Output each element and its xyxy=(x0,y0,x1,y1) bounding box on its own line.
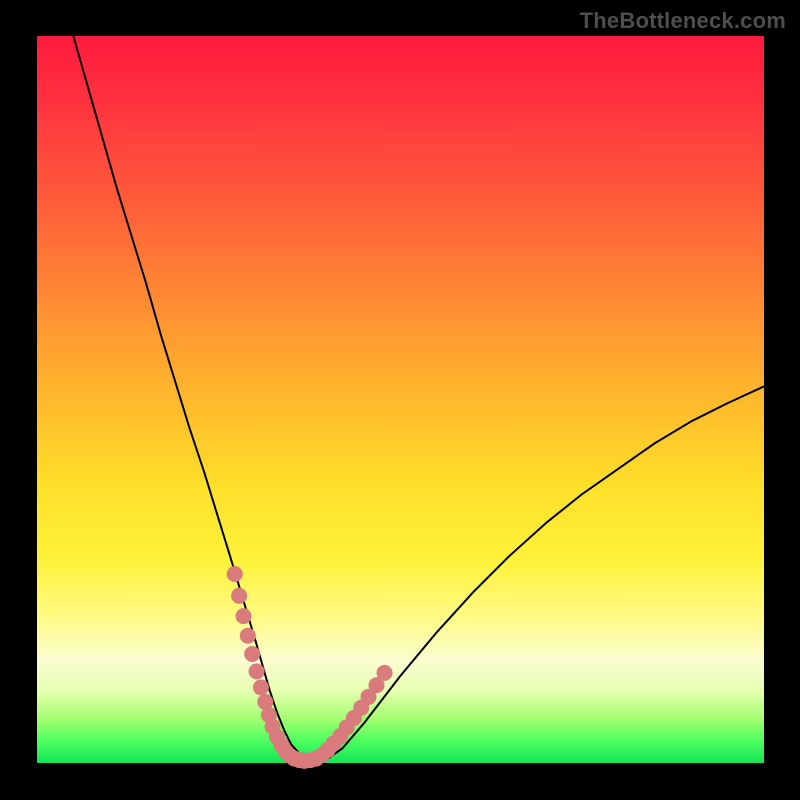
marker-dot xyxy=(240,628,256,644)
chart-container: TheBottleneck.com xyxy=(0,0,800,800)
bottleneck-curve xyxy=(73,36,764,762)
curve-layer xyxy=(37,36,764,763)
marker-dot xyxy=(253,679,269,695)
marker-dot xyxy=(377,665,393,681)
marker-dot xyxy=(231,588,247,604)
plot-area xyxy=(37,36,764,763)
marker-group xyxy=(227,566,393,769)
watermark-text: TheBottleneck.com xyxy=(580,8,786,34)
marker-dot xyxy=(249,663,265,679)
marker-dot xyxy=(227,566,243,582)
marker-dot xyxy=(244,646,260,662)
marker-dot xyxy=(235,608,251,624)
